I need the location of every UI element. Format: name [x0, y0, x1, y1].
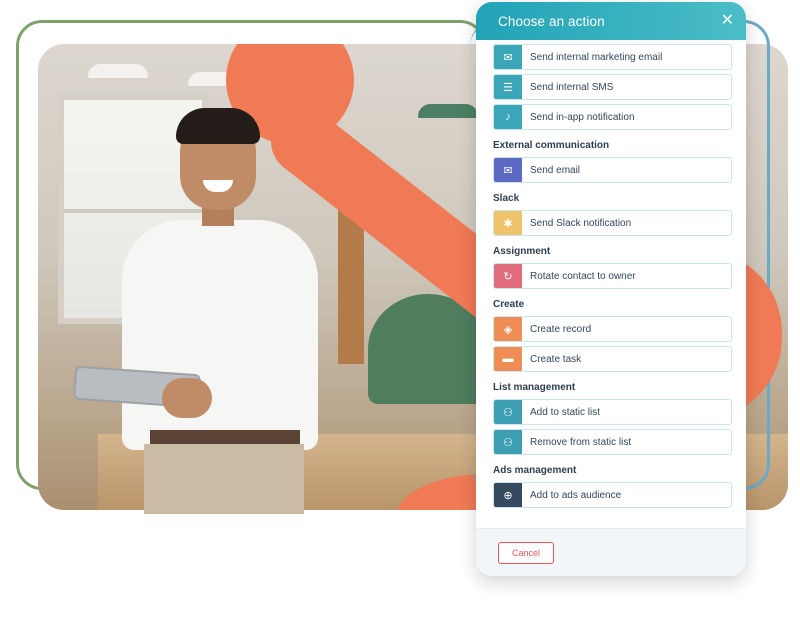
action-label: Remove from static list: [530, 436, 632, 448]
people-icon: ⚇: [494, 400, 522, 424]
action-item[interactable]: ▬ Create task: [493, 346, 732, 372]
action-label: Send internal marketing email: [530, 51, 663, 63]
action-item[interactable]: ♪ Send in-app notification: [493, 104, 732, 130]
chat-icon: ☰: [494, 75, 522, 99]
person-hand: [162, 378, 212, 418]
action-label: Create record: [530, 323, 592, 335]
person-pants: [144, 444, 304, 514]
bell-icon: ♪: [494, 105, 522, 129]
action-item[interactable]: ↻ Rotate contact to owner: [493, 263, 732, 289]
action-label: Send internal SMS: [530, 81, 614, 93]
target-icon: ⊕: [494, 483, 522, 507]
person-shirt: [122, 220, 318, 450]
panel-footer: Cancel: [476, 528, 746, 576]
section-heading: External communication: [493, 140, 610, 151]
ceiling-lamp: [418, 104, 478, 118]
slack-icon: ✱: [494, 211, 522, 235]
close-icon[interactable]: ✕: [721, 13, 734, 29]
envelope-icon: ✉: [494, 45, 522, 69]
action-item[interactable]: ✉ Send email: [493, 157, 732, 183]
panel-header: Choose an action ✕: [476, 2, 746, 40]
action-label: Add to ads audience: [530, 489, 622, 501]
section-heading: Ads management: [493, 465, 577, 476]
action-item[interactable]: ☰ Send internal SMS: [493, 74, 732, 100]
action-label: Send email: [530, 164, 581, 176]
choose-action-panel: Choose an action ✕ ✉ Send internal market…: [476, 2, 746, 576]
section-heading: Slack: [493, 193, 520, 204]
action-label: Create task: [530, 353, 582, 365]
rotate-icon: ↻: [494, 264, 522, 288]
action-item[interactable]: ⚇ Remove from static list: [493, 429, 732, 455]
person-illustration: [72, 108, 340, 514]
action-item[interactable]: ✱ Send Slack notification: [493, 210, 732, 236]
action-item[interactable]: ⊕ Add to ads audience: [493, 482, 732, 508]
panel-title: Choose an action: [498, 13, 605, 29]
action-label: Send Slack notification: [530, 217, 632, 229]
action-item[interactable]: ✉ Send internal marketing email: [493, 44, 732, 70]
action-list: ✉ Send internal marketing email ☰ Send inte…: [476, 40, 746, 528]
envelope-icon: ✉: [494, 158, 522, 182]
cancel-button[interactable]: Cancel: [498, 541, 554, 564]
person-hair: [176, 108, 260, 144]
section-heading: Assignment: [493, 246, 551, 257]
cube-icon: ◈: [494, 317, 522, 341]
section-heading: Create: [493, 299, 525, 310]
action-item[interactable]: ⚇ Add to static list: [493, 399, 732, 425]
ceiling-lamp: [88, 64, 148, 78]
action-label: Add to static list: [530, 406, 601, 418]
people-icon: ⚇: [494, 430, 522, 454]
task-icon: ▬: [494, 347, 522, 371]
action-label: Rotate contact to owner: [530, 270, 636, 282]
action-item[interactable]: ◈ Create record: [493, 316, 732, 342]
section-heading: List management: [493, 382, 576, 393]
action-label: Send in-app notification: [530, 111, 635, 123]
